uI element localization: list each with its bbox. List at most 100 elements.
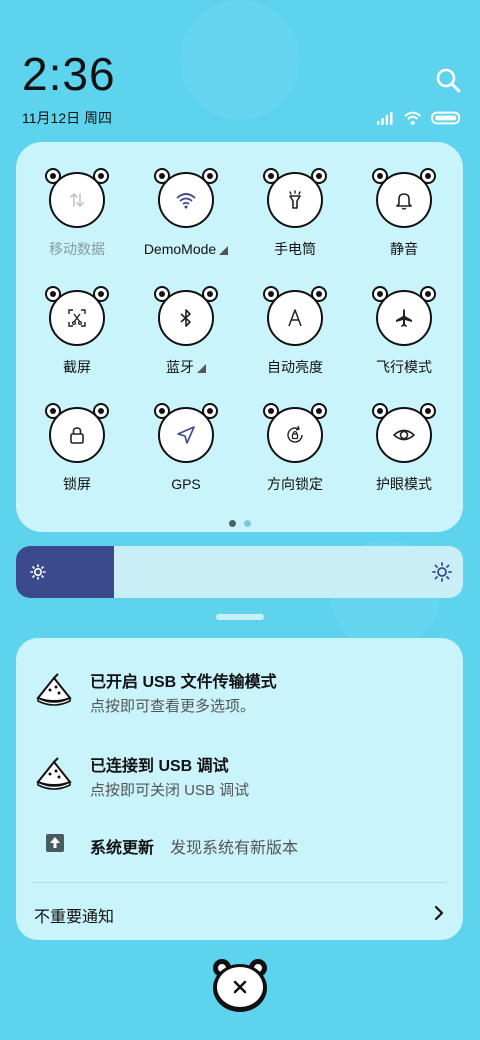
page-dot-active: [229, 520, 236, 527]
expand-corner-icon: [197, 363, 206, 373]
tile-label-text: GPS: [171, 476, 201, 492]
notification-usb-transfer[interactable]: 已开启 USB 文件传输模式 点按即可查看更多选项。: [16, 638, 463, 718]
wifi-status-icon: [404, 111, 422, 125]
brightness-high-icon: [432, 562, 452, 582]
tile-face: [376, 172, 432, 228]
brightness-slider[interactable]: [16, 546, 463, 598]
tile-button[interactable]: [154, 403, 218, 465]
tile-label-text: 自动亮度: [267, 359, 323, 375]
tile-label: DemoMode: [131, 240, 241, 258]
tile-button[interactable]: [263, 168, 327, 230]
page-dot: [244, 520, 251, 527]
tile-button[interactable]: [45, 403, 109, 465]
tile-flashlight[interactable]: 手电筒: [240, 142, 350, 257]
tile-label: 静音: [349, 240, 459, 258]
wifi-icon: [176, 193, 196, 209]
tile-label-text: 方向锁定: [267, 476, 323, 492]
tile-face: [49, 407, 105, 463]
tile-label: 截屏: [22, 358, 132, 376]
tile-label-text: 锁屏: [63, 476, 91, 492]
screenshot-icon: [68, 309, 86, 327]
location-arrow-icon: [177, 426, 195, 444]
tile-button[interactable]: [45, 168, 109, 230]
notification-system-update[interactable]: 系统更新 发现系统有新版本: [16, 818, 463, 868]
tile-location-arrow[interactable]: GPS: [131, 377, 241, 492]
notification-panel: 已开启 USB 文件传输模式 点按即可查看更多选项。 已连接到 USB 调试 点…: [16, 638, 463, 940]
battery-icon: [430, 111, 461, 125]
notification-title: 系统更新: [90, 840, 155, 857]
tile-label: 飞行模式: [349, 358, 459, 376]
auto-brightness-icon: [288, 309, 302, 327]
tile-label: 移动数据: [22, 240, 132, 258]
tile-button[interactable]: [372, 168, 436, 230]
tile-face: [158, 290, 214, 346]
notification-title: 已开启 USB 文件传输模式: [90, 674, 277, 691]
tile-button[interactable]: [45, 286, 109, 348]
tile-label-text: 飞行模式: [376, 359, 432, 375]
tile-face: [267, 290, 323, 346]
status-icons: [376, 108, 462, 128]
drag-handle[interactable]: [216, 614, 264, 620]
tile-rotation-lock[interactable]: 方向锁定: [240, 377, 350, 492]
tile-label-text: 截屏: [63, 359, 91, 375]
tile-auto-brightness[interactable]: 自动亮度: [240, 260, 350, 375]
tile-bell[interactable]: 静音: [349, 142, 459, 257]
tile-face: [267, 172, 323, 228]
tile-label-text: 手电筒: [274, 241, 316, 257]
tile-label: 护眼模式: [349, 475, 459, 493]
tile-label: 方向锁定: [240, 475, 350, 493]
eye-icon: [392, 429, 416, 441]
tile-button[interactable]: [372, 403, 436, 465]
notification-title: 已连接到 USB 调试: [90, 758, 229, 775]
tile-eye[interactable]: 护眼模式: [349, 377, 459, 492]
expand-corner-icon: [219, 245, 229, 255]
close-button[interactable]: [210, 956, 270, 1014]
tile-face: [376, 407, 432, 463]
chevron-right-icon[interactable]: [432, 904, 446, 922]
tile-button[interactable]: [154, 168, 218, 230]
notification-text: 点按即可关闭 USB 调试: [90, 782, 250, 799]
tile-mobile-data[interactable]: 移动数据: [22, 142, 132, 257]
tile-label: GPS: [131, 475, 241, 493]
unimportant-notifications-label[interactable]: 不重要通知: [34, 903, 114, 927]
mobile-data-icon: [70, 193, 84, 207]
airplane-icon: [396, 309, 412, 327]
tile-label-text: DemoMode: [143, 241, 217, 257]
rotation-lock-icon: [287, 425, 303, 443]
clock-time: 2:36: [22, 48, 116, 100]
brightness-low-icon: [30, 564, 46, 580]
tile-face: [49, 290, 105, 346]
tile-lock[interactable]: 锁屏: [22, 377, 132, 492]
notification-text: 发现系统有新版本: [170, 840, 299, 857]
tile-bluetooth[interactable]: 蓝牙: [131, 260, 241, 375]
tile-label-text: 蓝牙: [166, 359, 194, 375]
tile-label: 锁屏: [22, 475, 132, 493]
page-indicator: [229, 520, 251, 527]
notification-text: 点按即可查看更多选项。: [90, 698, 256, 715]
watermelon-icon: [36, 757, 72, 790]
tile-button[interactable]: [372, 286, 436, 348]
tile-label-text: 移动数据: [49, 241, 105, 257]
bell-icon: [396, 193, 412, 210]
control-center-panel: 移动数据 DemoMode 手电筒 静音截屏 蓝牙 自动亮度 飞行模式锁屏 GPS 方向锁定 护眼…: [16, 142, 463, 532]
tile-face: [49, 172, 105, 228]
tile-button[interactable]: [263, 403, 327, 465]
tile-label-text: 静音: [390, 241, 418, 257]
search-icon[interactable]: [434, 66, 462, 94]
tile-label: 手电筒: [240, 240, 350, 258]
tile-screenshot[interactable]: 截屏: [22, 260, 132, 375]
notification-usb-debug[interactable]: 已连接到 USB 调试 点按即可关闭 USB 调试: [16, 722, 463, 802]
tile-wifi[interactable]: DemoMode: [131, 142, 241, 257]
upload-arrow-icon: [46, 834, 64, 852]
signal-icon: [376, 112, 393, 125]
tile-label: 蓝牙: [131, 358, 241, 376]
tile-button[interactable]: [263, 286, 327, 348]
lock-icon: [70, 427, 84, 444]
tile-face: [376, 290, 432, 346]
divider: [32, 882, 447, 883]
tile-face: [158, 172, 214, 228]
tile-label: 自动亮度: [240, 358, 350, 376]
tile-face: [267, 407, 323, 463]
tile-button[interactable]: [154, 286, 218, 348]
tile-airplane[interactable]: 飞行模式: [349, 260, 459, 375]
